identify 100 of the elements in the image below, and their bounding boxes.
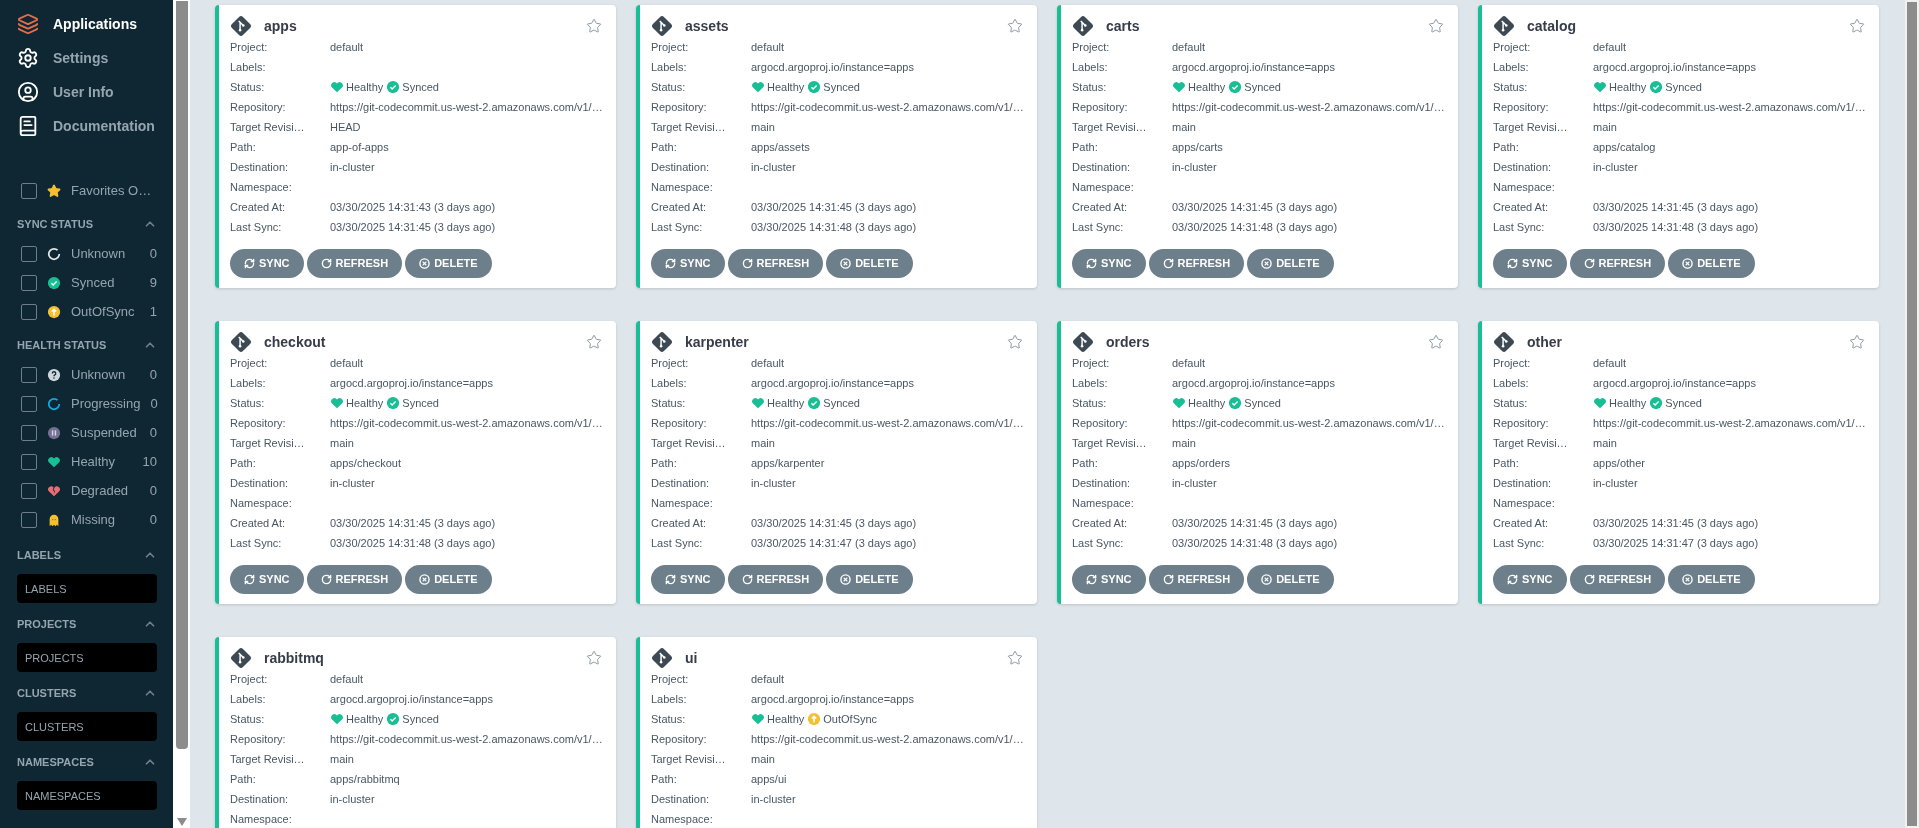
field-label: Destination: <box>230 791 290 807</box>
action-button[interactable]: SYNC <box>1493 565 1567 594</box>
checkbox[interactable] <box>21 274 37 291</box>
action-button[interactable]: DELETE <box>1668 565 1755 594</box>
heart-icon <box>1593 396 1607 410</box>
action-button[interactable]: SYNC <box>230 565 304 594</box>
field-value: https://git-codecommit.us-west-2.amazonaws.com/v1/… <box>330 731 603 747</box>
app-card[interactable] <box>215 321 616 604</box>
checkbox[interactable] <box>21 366 37 383</box>
action-button[interactable]: DELETE <box>405 565 492 594</box>
action-button[interactable]: REFRESH <box>727 565 824 594</box>
checkbox[interactable] <box>21 424 37 441</box>
app-name[interactable]: rabbitmq <box>264 647 574 669</box>
star-icon[interactable] <box>1007 650 1023 666</box>
action-button[interactable]: REFRESH <box>727 249 824 278</box>
filter-input[interactable]: CLUSTERS <box>17 712 157 741</box>
field-label: Labels: <box>230 691 267 707</box>
action-button[interactable]: REFRESH <box>1148 249 1245 278</box>
app-name[interactable]: catalog <box>1527 15 1837 37</box>
field-value: main <box>751 119 775 135</box>
action-button[interactable]: DELETE <box>1247 249 1334 278</box>
star-icon[interactable] <box>1849 18 1865 34</box>
heart-icon <box>330 80 344 94</box>
app-name[interactable]: ui <box>685 647 995 669</box>
action-button[interactable]: SYNC <box>651 249 725 278</box>
filter-label: Missing <box>71 510 117 529</box>
app-card[interactable] <box>215 637 616 828</box>
app-name[interactable]: assets <box>685 15 995 37</box>
field-value: apps/catalog <box>1593 139 1656 155</box>
field-label: Destination: <box>1493 159 1553 175</box>
nav-item[interactable]: Settings <box>17 41 157 75</box>
app-card[interactable] <box>1478 321 1879 604</box>
action-button[interactable]: DELETE <box>405 249 492 278</box>
field-value: 03/30/2025 14:31:45 (3 days ago) <box>751 515 917 531</box>
app-name[interactable]: carts <box>1106 15 1416 37</box>
action-button[interactable]: DELETE <box>1247 565 1334 594</box>
field-value: https://git-codecommit.us-west-2.amazonaws.com/v1/… <box>1172 415 1445 431</box>
star-icon[interactable] <box>1428 334 1444 350</box>
action-button[interactable]: SYNC <box>1072 565 1146 594</box>
scrollbar-thumb[interactable] <box>175 1 188 749</box>
app-name[interactable]: checkout <box>264 331 574 353</box>
app-name[interactable]: other <box>1527 331 1837 353</box>
star-icon[interactable] <box>586 334 602 350</box>
app-card[interactable] <box>636 321 1037 604</box>
heart-icon <box>47 454 61 469</box>
action-button[interactable]: SYNC <box>1493 249 1567 278</box>
app-name[interactable]: orders <box>1106 331 1416 353</box>
action-button[interactable]: REFRESH <box>1569 249 1666 278</box>
checkbox[interactable] <box>21 245 37 262</box>
star-icon[interactable] <box>586 650 602 666</box>
field-label: Destination: <box>230 475 290 491</box>
check-circle-icon <box>47 275 61 290</box>
action-button[interactable]: DELETE <box>826 249 913 278</box>
app-card[interactable] <box>636 637 1037 828</box>
action-button[interactable]: REFRESH <box>306 565 403 594</box>
app-card[interactable] <box>1057 5 1458 288</box>
app-card[interactable] <box>636 5 1037 288</box>
filter-input[interactable]: NAMESPACES <box>17 781 157 810</box>
nav-item[interactable]: Documentation <box>17 109 157 143</box>
field-label: Created At: <box>651 515 708 531</box>
star-icon[interactable] <box>1849 334 1865 350</box>
checkbox[interactable] <box>21 511 37 528</box>
checkbox[interactable] <box>21 183 37 199</box>
star-icon[interactable] <box>1007 18 1023 34</box>
nav-item[interactable]: User Info <box>17 75 157 109</box>
checkbox[interactable] <box>21 482 37 499</box>
star-icon[interactable] <box>1007 334 1023 350</box>
field-value: apps/orders <box>1172 455 1231 471</box>
checkbox[interactable] <box>21 303 37 320</box>
app-name[interactable]: karpenter <box>685 331 995 353</box>
field-label: Repository: <box>230 99 287 115</box>
action-button[interactable]: REFRESH <box>1148 565 1245 594</box>
field-label: Status: <box>651 711 687 727</box>
nav-item[interactable]: Applications <box>17 7 157 41</box>
action-button[interactable]: REFRESH <box>306 249 403 278</box>
action-button[interactable]: REFRESH <box>1569 565 1666 594</box>
scroll-down-icon[interactable] <box>176 818 187 826</box>
scrollbar-thumb[interactable] <box>1907 2 1917 826</box>
checkbox[interactable] <box>21 453 37 470</box>
action-button[interactable]: SYNC <box>1072 249 1146 278</box>
star-icon[interactable] <box>1428 18 1444 34</box>
app-card[interactable] <box>1478 5 1879 288</box>
action-button[interactable]: DELETE <box>826 565 913 594</box>
app-card[interactable] <box>1057 321 1458 604</box>
section-heading: LABELS <box>17 547 61 563</box>
close-circle-icon <box>1682 258 1694 269</box>
filter-input[interactable]: PROJECTS <box>17 643 157 672</box>
filter-input[interactable]: LABELS <box>17 574 157 603</box>
heart-icon <box>330 712 344 726</box>
field-value: 03/30/2025 14:31:47 (3 days ago) <box>1593 535 1759 551</box>
action-button[interactable]: DELETE <box>1668 249 1755 278</box>
field-value: https://git-codecommit.us-west-2.amazonaws.com/v1/… <box>1593 415 1866 431</box>
field-value: default <box>330 39 364 55</box>
app-card[interactable] <box>215 5 616 288</box>
app-name[interactable]: apps <box>264 15 574 37</box>
star-icon[interactable] <box>586 18 602 34</box>
action-button[interactable]: SYNC <box>651 565 725 594</box>
action-button[interactable]: SYNC <box>230 249 304 278</box>
checkbox[interactable] <box>21 395 37 412</box>
field-label: Project: <box>1072 39 1111 55</box>
